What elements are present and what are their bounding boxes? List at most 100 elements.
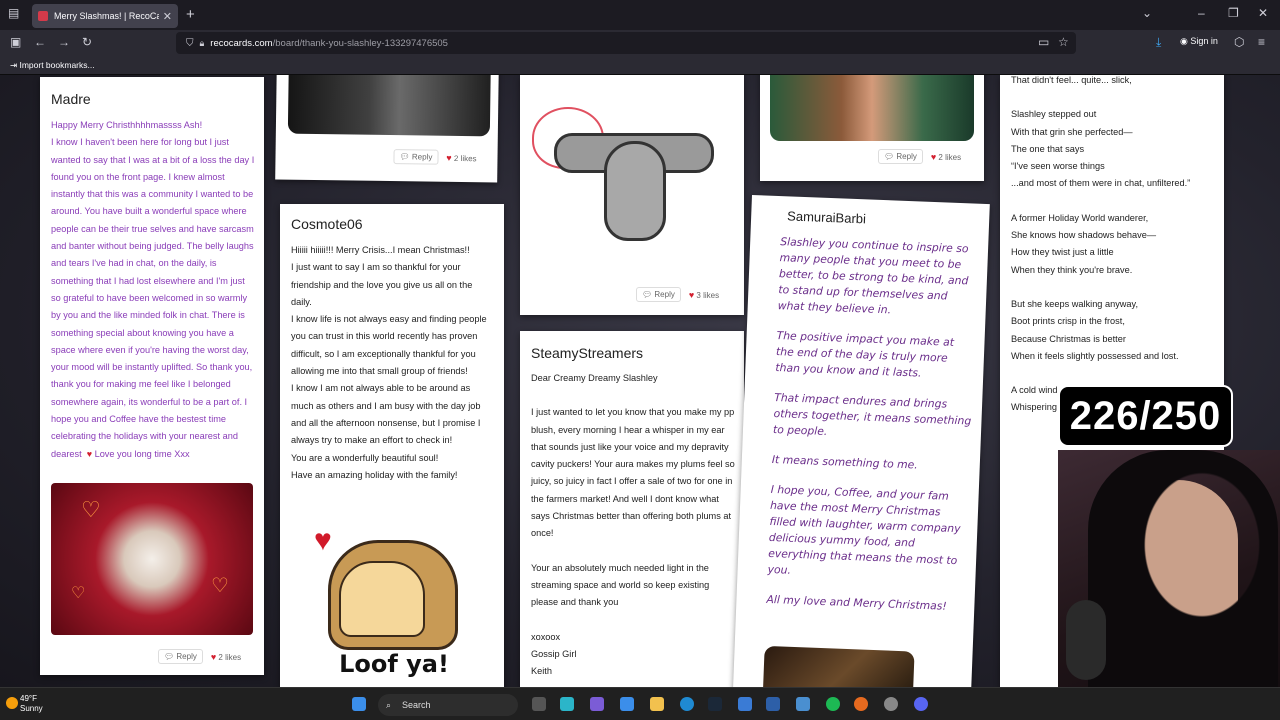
cat-sticker-image — [604, 141, 666, 241]
poem-line: When they think you're brave. — [1011, 264, 1133, 275]
poem-line: “I've seen worse things — [1011, 161, 1105, 172]
post-message: That didn't feel... quite... slick, Slas… — [1011, 75, 1217, 417]
store-icon[interactable] — [620, 697, 634, 711]
heart-icon: ♥ — [210, 651, 217, 662]
post-author: Cosmote06 — [291, 216, 363, 232]
post-signoff: xoxoox — [531, 631, 561, 642]
reply-label: Reply — [176, 652, 197, 661]
sidebar-icon[interactable]: ▣ — [10, 35, 21, 49]
tab-list-icon[interactable]: ▤ — [8, 6, 19, 20]
post-line: Have an amazing holiday with the family! — [291, 469, 458, 480]
poem-line: She knows how shadows behave— — [1011, 230, 1157, 241]
post-paragraph: Your an absolutely much needed light in … — [531, 562, 710, 608]
microphone-icon — [1066, 600, 1106, 680]
edge-icon[interactable] — [680, 697, 694, 711]
download-icon[interactable]: ⤓ — [1156, 35, 1161, 50]
lock-icon[interactable]: 🔒︎ — [200, 38, 205, 49]
post-line: I know life is not always easy and findi… — [291, 314, 487, 377]
new-tab-icon[interactable]: + — [186, 6, 195, 23]
chevron-down-icon[interactable]: ⌄ — [1142, 6, 1152, 20]
heart-icon: ♥ — [688, 289, 695, 300]
import-bookmarks-link[interactable]: ⇥ Import bookmarks... — [10, 60, 95, 71]
poem-line: But she keeps walking anyway, — [1011, 298, 1138, 309]
start-icon[interactable] — [352, 697, 366, 711]
heart-icon: ♥ — [84, 448, 95, 459]
heart-icon: ♥ — [314, 524, 332, 557]
browser-tab[interactable]: Merry Slashmas! | RecoCards.co ✕ — [32, 4, 178, 28]
spotify-icon[interactable] — [826, 697, 840, 711]
tab-bar: ▤ Merry Slashmas! | RecoCards.co ✕ + ⌄ –… — [0, 0, 1280, 30]
like-button[interactable]: ♥ 3 likes — [689, 290, 719, 300]
sun-icon — [6, 697, 18, 709]
restore-icon[interactable]: ❐ — [1228, 6, 1239, 20]
reply-button[interactable]: 💬︎ Reply — [158, 649, 203, 664]
copilot-icon[interactable] — [560, 697, 574, 711]
close-tab-icon[interactable]: ✕ — [163, 10, 172, 23]
sign-in-label: Sign in — [1190, 36, 1218, 46]
post-signoff: Gossip Girl — [531, 648, 577, 659]
webcam-overlay — [1058, 450, 1280, 687]
heart-icon: ♡ — [211, 575, 229, 597]
reaction-photo-image — [770, 75, 974, 141]
back-icon[interactable]: ← — [34, 35, 46, 49]
poem-line: Because Christmas is better — [1011, 333, 1126, 344]
post-message: Happy Merry Christhhhhmassss Ash! I know… — [51, 117, 257, 463]
file-explorer-icon[interactable] — [650, 697, 664, 711]
search-icon: ⌕ — [386, 699, 392, 710]
url-bar[interactable]: ⛉ 🔒︎ recocards.com/board/thank-you-slash… — [176, 32, 1076, 54]
photos-icon[interactable] — [796, 697, 810, 711]
post-card-madre: Madre Happy Merry Christhhhhmassss Ash! … — [40, 77, 264, 675]
post-card-photo-man: 💬︎ Reply ♥ 2 likes — [760, 75, 984, 181]
search-label: Search — [402, 700, 431, 710]
steam-icon[interactable] — [708, 697, 722, 711]
discord-icon[interactable] — [914, 697, 928, 711]
sign-in-button[interactable]: ◉ Sign in — [1180, 36, 1218, 47]
post-paragraph: I hope you, Coffee, and your fam have th… — [767, 482, 961, 577]
portrait-photo-image — [287, 75, 491, 137]
poem-line: When it feels slightly possessed and los… — [1011, 350, 1179, 361]
post-message: Dear Creamy Dreamy Slashley I just wante… — [531, 370, 737, 680]
weather-temp: 49°F — [20, 694, 37, 703]
url-text[interactable]: recocards.com/board/thank-you-slashley-1… — [210, 38, 448, 49]
taskbar-search[interactable]: ⌕ Search — [378, 694, 518, 716]
obs-icon[interactable] — [884, 697, 898, 711]
post-card-samuraibarbi: SamuraiBarbi Slashley you continue to in… — [732, 195, 990, 687]
reply-button[interactable]: 💬︎ Reply — [393, 149, 439, 165]
post-footer: 💬︎ Reply ♥ 2 likes — [878, 149, 961, 164]
heart-icon: ♡ — [81, 497, 101, 522]
firefox-icon[interactable] — [854, 697, 868, 711]
weather-widget[interactable]: 49°F Sunny — [6, 694, 43, 714]
bookmark-star-icon[interactable]: ☆ — [1058, 35, 1069, 49]
reader-view-icon[interactable]: ▭ — [1038, 35, 1049, 49]
like-button[interactable]: ♥ 2 likes — [931, 152, 961, 162]
poem-line: The one that says — [1011, 143, 1085, 154]
post-card-cosmote06: Cosmote06 Hiiiii hiiiii!!! Merry Crisis.… — [280, 204, 504, 687]
post-line: You are a wonderfully beautiful soul! — [291, 452, 439, 463]
bread-sticker-image: ♥ Loof ya! — [314, 524, 474, 684]
shield-icon[interactable]: ⛉ — [186, 38, 194, 49]
post-author: SamuraiBarbi — [786, 208, 867, 227]
teams-icon[interactable] — [590, 697, 604, 711]
menu-icon[interactable]: ≡ — [1258, 35, 1265, 49]
close-window-icon[interactable]: ✕ — [1258, 6, 1268, 20]
weather-condition: Sunny — [20, 704, 43, 713]
extensions-icon[interactable]: ⬡ — [1234, 35, 1244, 49]
poem-line: How they twist just a little — [1011, 247, 1114, 258]
reply-button[interactable]: 💬︎ Reply — [636, 287, 681, 302]
reply-button[interactable]: 💬︎ Reply — [878, 149, 923, 164]
task-view-icon[interactable] — [532, 697, 546, 711]
forward-icon[interactable]: → — [58, 35, 70, 49]
app-icon[interactable] — [738, 697, 752, 711]
post-author: Madre — [51, 91, 91, 107]
minimize-icon[interactable]: – — [1198, 6, 1205, 20]
reload-icon[interactable]: ↻ — [82, 35, 92, 49]
navigation-bar: ▣ ← → ↻ ⛉ 🔒︎ recocards.com/board/thank-y… — [0, 30, 1280, 56]
app-icon[interactable] — [766, 697, 780, 711]
post-footer: 💬︎ Reply ♥ 2 likes — [158, 649, 241, 664]
like-button[interactable]: ♥ 2 likes — [446, 152, 476, 162]
heart-icon: ♥ — [930, 151, 937, 162]
reply-label: Reply — [411, 152, 433, 162]
post-footer: 💬︎ Reply ♥ 3 likes — [636, 287, 719, 302]
goal-counter: 226/250 — [1058, 385, 1233, 447]
like-button[interactable]: ♥ 2 likes — [211, 652, 241, 662]
